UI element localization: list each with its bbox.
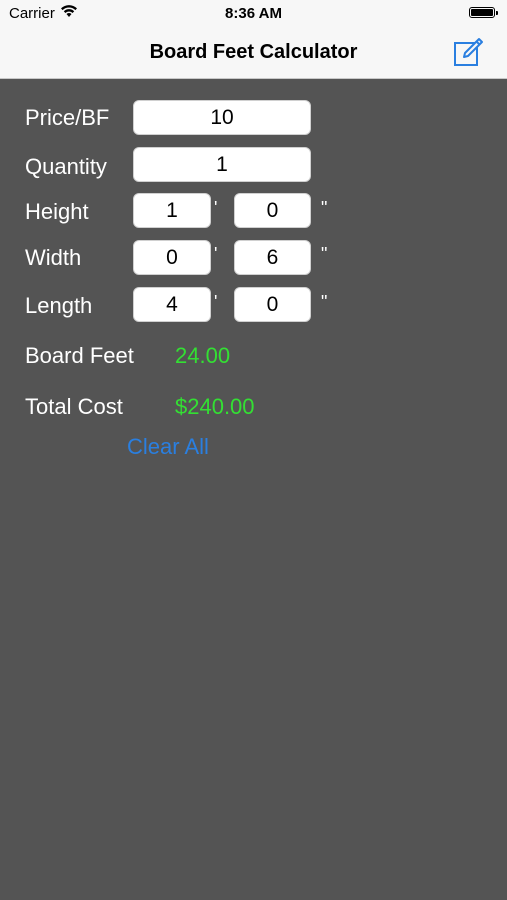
length-inches-input[interactable]	[234, 287, 311, 322]
height-inches-input[interactable]	[234, 193, 311, 228]
length-inches-mark: "	[321, 292, 328, 312]
board-feet-value: 24.00	[175, 343, 231, 368]
price-label: Price/BF	[25, 105, 110, 130]
width-feet-input[interactable]	[133, 240, 211, 275]
height-feet-mark: '	[214, 198, 218, 218]
screen: Carrier 8:36 AM Board Feet Calculator Pr…	[0, 0, 507, 900]
status-time: 8:36 AM	[225, 5, 282, 22]
page-title: Board Feet Calculator	[149, 41, 358, 63]
length-label: Length	[25, 293, 93, 318]
height-inches-mark: "	[321, 198, 328, 218]
status-bar: Carrier 8:36 AM	[0, 0, 507, 26]
price-input[interactable]	[133, 100, 311, 135]
length-feet-mark: '	[214, 292, 218, 312]
width-inches-input[interactable]	[234, 240, 311, 275]
quantity-input[interactable]	[133, 147, 311, 182]
width-feet-mark: '	[214, 244, 218, 264]
total-cost-label: Total Cost	[25, 394, 123, 419]
height-label: Height	[25, 199, 89, 224]
compose-icon[interactable]	[452, 36, 484, 68]
width-inches-mark: "	[321, 244, 328, 264]
board-feet-label: Board Feet	[25, 343, 134, 368]
height-feet-input[interactable]	[133, 193, 211, 228]
width-label: Width	[25, 245, 82, 270]
quantity-label: Quantity	[25, 154, 107, 179]
clear-all-button[interactable]: Clear All	[127, 434, 209, 460]
navigation-bar: Board Feet Calculator	[0, 26, 507, 79]
total-cost-value: $240.00	[175, 394, 255, 419]
length-feet-input[interactable]	[133, 287, 211, 322]
battery-icon	[469, 7, 498, 18]
